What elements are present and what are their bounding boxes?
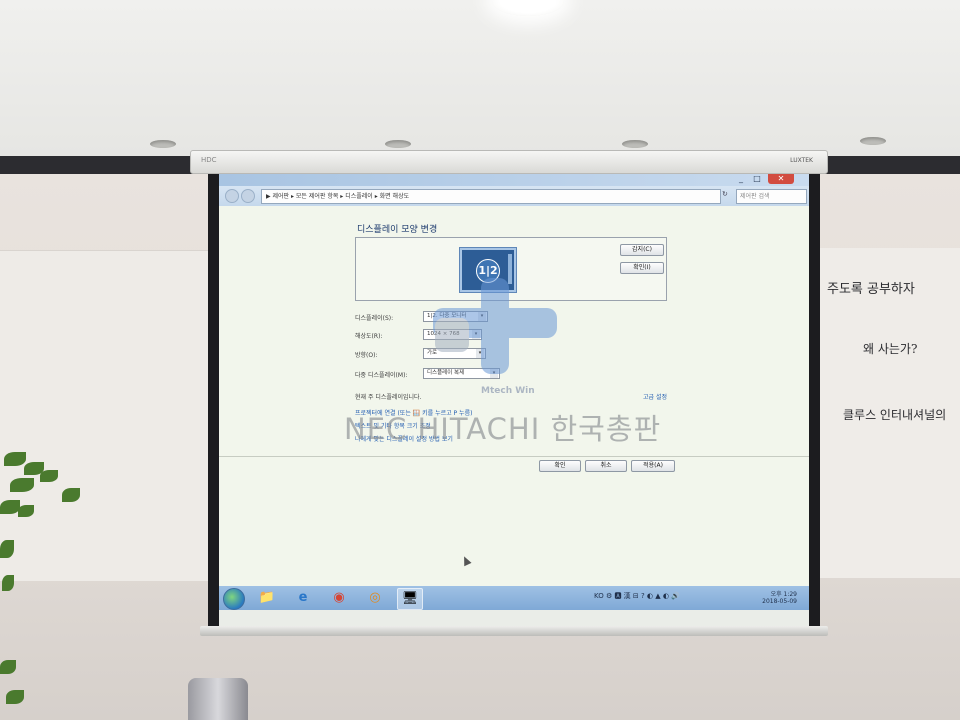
housing-logo: LUXTEK (790, 157, 813, 164)
watermark-cross-icon (433, 278, 557, 374)
search-input[interactable]: 제어판 검색 (736, 189, 807, 204)
content-area: 디스플레이 모양 변경 1|2 감지(C) 확인(I) 디스플레이(S): 1|… (219, 206, 809, 586)
multi-display-label: 다중 디스플레이(M): (355, 372, 408, 379)
housing-brand: HDC (201, 156, 217, 164)
internet-explorer-icon[interactable]: e (291, 588, 315, 608)
close-button[interactable]: ✕ (768, 174, 794, 184)
whiteboard-right: 주도록 공부하자 왜 사는가? 클루스 인터내셔널의 (812, 248, 960, 578)
advanced-settings-link[interactable]: 고급 설정 (643, 392, 667, 401)
forward-icon[interactable] (241, 189, 255, 203)
ok-button[interactable]: 확인 (539, 460, 581, 472)
main-display-text: 현재 주 디스플레이입니다. (355, 394, 422, 401)
watermark-small-text: Mtech Win (481, 386, 535, 396)
downlight (622, 140, 648, 148)
apply-button[interactable]: 적용(A) (631, 460, 675, 472)
display-label: 디스플레이(S): (355, 315, 394, 322)
start-button[interactable] (223, 588, 245, 610)
back-icon[interactable] (225, 189, 239, 203)
downlight (150, 140, 176, 148)
projected-screen: _ □ ✕ ▶ 제어판 ▸ 모든 제어판 항목 ▸ 디스플레이 ▸ 화면 해상도… (219, 174, 809, 636)
whiteboard-left (0, 250, 210, 581)
screen-bottom-bar (200, 626, 828, 636)
detect-button[interactable]: 감지(C) (620, 244, 664, 256)
folder-icon[interactable]: 📁 (255, 588, 279, 608)
taskbar: 📁 e ◉ ◎ 🖥 KO ⚙ 🅰 漢 ⊟ ? ◐ ▲ ◐ 🔊 오후 1:29 2… (219, 586, 809, 610)
screen-housing: HDC LUXTEK (190, 150, 828, 174)
tripod-stand (188, 678, 248, 720)
cancel-button[interactable]: 취소 (585, 460, 627, 472)
maximize-button[interactable]: □ (750, 174, 764, 184)
ceiling (0, 0, 960, 158)
system-tray[interactable]: KO ⚙ 🅰 漢 ⊟ ? ◐ ▲ ◐ 🔊 (594, 591, 680, 601)
downlight (860, 137, 886, 145)
display-settings-icon[interactable]: 🖥 (397, 588, 423, 610)
watermark-text: NEC HITACHI 한국총판 (344, 412, 662, 446)
whiteboard-line: 주도록 공부하자 (827, 282, 915, 297)
window-titlebar: _ □ ✕ (219, 174, 809, 186)
divider (219, 456, 809, 457)
resolution-label: 해상도(R): (355, 333, 383, 340)
mouse-cursor-icon (460, 554, 472, 567)
minimize-button[interactable]: _ (734, 174, 748, 184)
refresh-icon[interactable]: ↻ (722, 190, 728, 198)
media-player-icon[interactable]: ◎ (363, 588, 387, 608)
whiteboard-line: 클루스 인터내셔널의 (843, 408, 947, 422)
breadcrumb[interactable]: ▶ 제어판 ▸ 모든 제어판 항목 ▸ 디스플레이 ▸ 화면 해상도 (261, 189, 721, 204)
address-bar: ▶ 제어판 ▸ 모든 제어판 항목 ▸ 디스플레이 ▸ 화면 해상도 ↻ 제어판… (219, 186, 809, 206)
clock-date[interactable]: 2018-05-09 (762, 598, 797, 605)
page-title: 디스플레이 모양 변경 (357, 225, 438, 235)
whiteboard-line: 왜 사는가? (863, 342, 918, 356)
downlight (385, 140, 411, 148)
chrome-icon[interactable]: ◉ (327, 588, 351, 608)
orientation-label: 방향(O): (355, 352, 378, 359)
clock-time[interactable]: 오후 1:29 (771, 589, 797, 598)
identify-button[interactable]: 확인(I) (620, 262, 664, 274)
